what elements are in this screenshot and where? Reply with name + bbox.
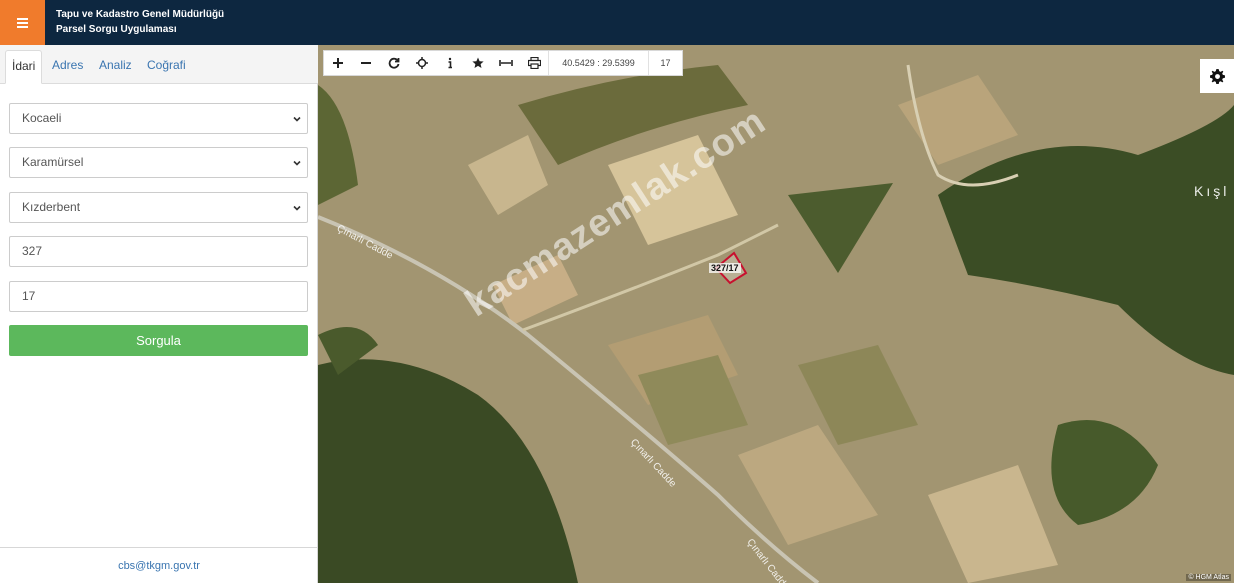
print-icon (527, 57, 541, 69)
parcel-label: 327/17 (709, 263, 741, 273)
print-button[interactable] (520, 51, 548, 75)
map-attribution: © HGM Atlas (1186, 574, 1231, 581)
il-select-value: Kocaeli (22, 111, 62, 125)
zoom-out-button[interactable] (352, 51, 380, 75)
mahalle-select-value: Kızderbent (22, 200, 81, 214)
app-title-line1: Tapu ve Kadastro Genel Müdürlüğü (56, 9, 225, 20)
refresh-button[interactable] (380, 51, 408, 75)
coordinate-readout: 40.5429 : 29.5399 (548, 51, 648, 75)
place-label: Kışl (1194, 183, 1230, 199)
ilce-select-value: Karamürsel (22, 155, 84, 169)
mahalle-select[interactable]: Kızderbent (9, 192, 308, 223)
chevron-down-icon (293, 160, 301, 166)
zoom-in-icon (333, 58, 343, 68)
zoom-level: 17 (648, 51, 682, 75)
chevron-down-icon (293, 116, 301, 122)
zoom-in-button[interactable] (324, 51, 352, 75)
app-title: Tapu ve Kadastro Genel Müdürlüğü Parsel … (56, 7, 224, 37)
sidebar-tabs: İdari Adres Analiz Coğrafi (0, 45, 318, 84)
locate-button[interactable] (408, 51, 436, 75)
satellite-imagery (318, 45, 1234, 583)
refresh-icon (388, 57, 400, 69)
ada-input-value: 327 (22, 244, 43, 258)
favorite-icon (472, 57, 484, 68)
sidebar: İdari Adres Analiz Coğrafi Kocaeli Karam… (0, 45, 318, 583)
menu-button[interactable] (0, 0, 45, 45)
tab-analiz[interactable]: Analiz (93, 50, 138, 84)
tab-adres[interactable]: Adres (46, 50, 89, 84)
map-view[interactable]: 40.5429 : 29.5399 17 Çınarlı Cadde Çınar… (318, 45, 1234, 583)
app-title-line2: Parsel Sorgu Uygulaması (56, 24, 177, 35)
gear-icon (1209, 68, 1225, 84)
il-select[interactable]: Kocaeli (9, 103, 308, 134)
hamburger-icon (17, 18, 28, 28)
sorgula-button[interactable]: Sorgula (9, 325, 308, 356)
measure-icon (499, 60, 513, 66)
locate-icon (416, 57, 428, 69)
ada-input[interactable]: 327 (9, 236, 308, 267)
chevron-down-icon (293, 205, 301, 211)
parsel-input[interactable]: 17 (9, 281, 308, 312)
app-header: Tapu ve Kadastro Genel Müdürlüğü Parsel … (0, 0, 1234, 45)
measure-button[interactable] (492, 51, 520, 75)
tab-cografi[interactable]: Coğrafi (141, 50, 192, 84)
tab-idari[interactable]: İdari (5, 50, 43, 84)
contact-email-link[interactable]: cbs@tkgm.gov.tr (0, 547, 318, 583)
favorite-button[interactable] (464, 51, 492, 75)
info-icon (448, 57, 452, 69)
parsel-input-value: 17 (22, 289, 36, 303)
ilce-select[interactable]: Karamürsel (9, 147, 308, 178)
settings-button[interactable] (1200, 59, 1234, 93)
map-toolbar: 40.5429 : 29.5399 17 (323, 50, 683, 76)
info-button[interactable] (436, 51, 464, 75)
zoom-out-icon (361, 62, 371, 64)
